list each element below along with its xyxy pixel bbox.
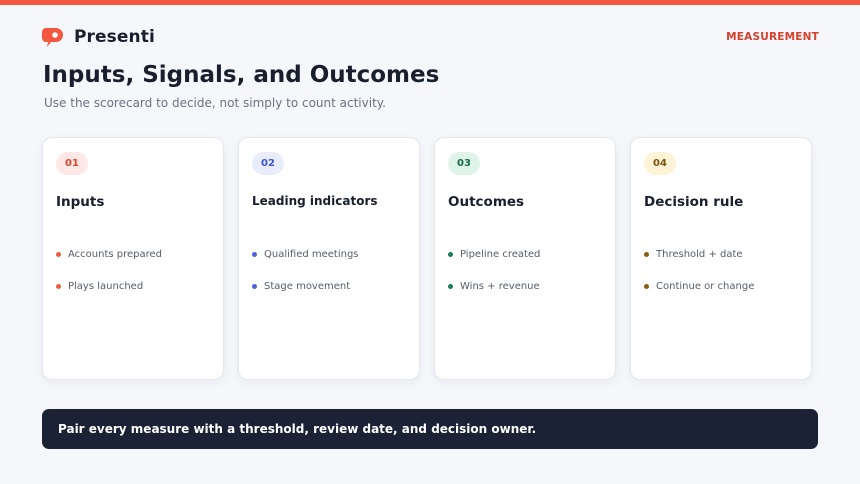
bullet-dot-icon xyxy=(252,283,257,289)
card-number-badge: 01 xyxy=(56,152,88,175)
presenti-logo-icon xyxy=(40,26,68,48)
brand-logo: Presenti xyxy=(40,26,155,48)
card-outcomes: 03 Outcomes Pipeline created Wins + reve… xyxy=(434,137,616,380)
card-item-list: Qualified meetings Stage movement xyxy=(252,248,359,312)
card-title: Leading indicators xyxy=(252,194,378,208)
summary-banner: Pair every measure with a threshold, rev… xyxy=(42,409,818,449)
scorecard-cards: 01 Inputs Accounts prepared Plays launch… xyxy=(42,137,812,380)
list-item: Qualified meetings xyxy=(252,248,359,260)
brand-name: Presenti xyxy=(74,27,155,47)
list-item-label: Continue or change xyxy=(656,280,755,292)
list-item: Pipeline created xyxy=(448,248,540,260)
card-title: Inputs xyxy=(56,194,105,210)
bullet-dot-icon xyxy=(448,251,453,257)
banner-text: Pair every measure with a threshold, rev… xyxy=(58,422,537,436)
list-item-label: Threshold + date xyxy=(656,248,743,260)
bullet-dot-icon xyxy=(448,283,453,289)
bullet-dot-icon xyxy=(252,251,257,257)
card-item-list: Threshold + date Continue or change xyxy=(644,248,754,312)
list-item-label: Wins + revenue xyxy=(460,280,540,292)
bullet-dot-icon xyxy=(56,251,61,257)
card-leading-indicators: 02 Leading indicators Qualified meetings… xyxy=(238,137,420,380)
card-number-badge: 04 xyxy=(644,152,676,175)
card-inputs: 01 Inputs Accounts prepared Plays launch… xyxy=(42,137,224,380)
top-accent-bar xyxy=(0,0,860,5)
card-number-badge: 03 xyxy=(448,152,480,175)
list-item: Stage movement xyxy=(252,280,359,292)
card-number-badge: 02 xyxy=(252,152,284,175)
list-item: Wins + revenue xyxy=(448,280,540,292)
card-title: Outcomes xyxy=(448,194,525,210)
card-item-list: Pipeline created Wins + revenue xyxy=(448,248,540,312)
bullet-dot-icon xyxy=(644,283,649,289)
list-item-label: Accounts prepared xyxy=(68,248,163,260)
list-item-label: Plays launched xyxy=(68,280,144,292)
card-item-list: Accounts prepared Plays launched xyxy=(56,248,162,312)
page-subtitle: Use the scorecard to decide, not simply … xyxy=(44,96,386,110)
bullet-dot-icon xyxy=(56,283,61,289)
list-item: Continue or change xyxy=(644,280,754,292)
bullet-dot-icon xyxy=(644,251,649,257)
page-title: Inputs, Signals, and Outcomes xyxy=(43,62,440,88)
list-item: Threshold + date xyxy=(644,248,754,260)
list-item: Accounts prepared xyxy=(56,248,162,260)
list-item: Plays launched xyxy=(56,280,162,292)
section-tag: MEASUREMENT xyxy=(726,31,819,43)
card-title: Decision rule xyxy=(644,194,744,210)
list-item-label: Qualified meetings xyxy=(264,248,359,260)
list-item-label: Stage movement xyxy=(264,280,351,292)
card-decision-rule: 04 Decision rule Threshold + date Contin… xyxy=(630,137,812,380)
list-item-label: Pipeline created xyxy=(460,248,541,260)
